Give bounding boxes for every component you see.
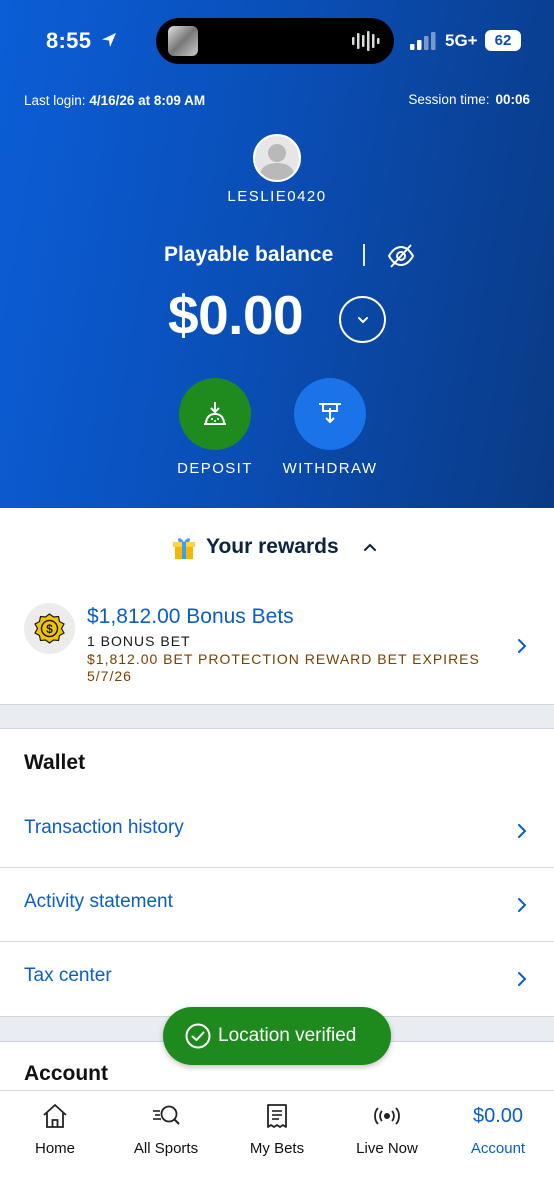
default-avatar-icon [259, 144, 295, 180]
nav-all-sports-label: All Sports [133, 1140, 199, 1157]
gift-icon [173, 538, 195, 559]
deposit-button[interactable] [179, 378, 251, 450]
dollar-coin-icon: $ [34, 613, 65, 644]
audio-wave-icon [352, 31, 380, 51]
hide-balance-eye-icon[interactable] [387, 243, 415, 269]
bonus-coin-badge: $ [24, 603, 75, 654]
status-time: 8:55 [46, 28, 92, 53]
cellular-signal-icon [410, 32, 436, 50]
balance-amount: $0.00 [168, 284, 304, 346]
sports-search-icon [153, 1105, 180, 1125]
chevron-down-icon [358, 317, 368, 324]
withdraw-icon [319, 403, 341, 424]
last-login-label: Last login: [24, 93, 86, 108]
nav-my-bets[interactable]: My Bets [222, 1091, 332, 1171]
wallet-title: Wallet [24, 751, 86, 774]
rewards-header[interactable]: Your rewards [0, 532, 554, 562]
location-verified-toast: Location verified [163, 1007, 391, 1065]
nav-home[interactable]: Home [0, 1091, 110, 1171]
toast-message: Location verified [218, 1025, 357, 1046]
withdraw-button[interactable] [294, 378, 366, 450]
nav-account-balance: $0.00 [472, 1105, 524, 1127]
account-header: 8:55 5G+ 62 Last login: 4/16/26 at 8:09 … [0, 0, 554, 508]
activity-statement-row[interactable]: Activity statement [0, 868, 554, 942]
session-time: Session time: 00:06 [408, 92, 530, 107]
battery-icon: 62 [485, 30, 521, 51]
balance-label: Playable balance [164, 243, 334, 266]
dynamic-island [156, 18, 394, 64]
nav-live-now-label: Live Now [356, 1140, 418, 1157]
bonus-bets-title: $1,812.00 Bonus Bets [87, 605, 294, 628]
last-login-value: 4/16/26 at 8:09 AM [89, 93, 206, 108]
tax-center-row[interactable]: Tax center [0, 942, 554, 1016]
chevron-right-icon [518, 898, 527, 912]
section-divider [0, 704, 554, 729]
betslip-icon [267, 1104, 287, 1128]
tax-center-label: Tax center [24, 965, 112, 986]
nav-live-now[interactable]: Live Now [332, 1091, 442, 1171]
home-icon [43, 1104, 67, 1128]
balance-details-toggle[interactable] [339, 296, 386, 343]
check-circle-icon [185, 1023, 211, 1049]
deposit-label[interactable]: DEPOSIT [155, 460, 275, 477]
avatar[interactable] [253, 134, 301, 182]
last-login: Last login: 4/16/26 at 8:09 AM [24, 93, 205, 108]
bottom-nav: Home All Sports My Bets Live Now $0.00 A… [0, 1090, 554, 1199]
transaction-history-row[interactable]: Transaction history [0, 794, 554, 868]
withdraw-label[interactable]: WITHDRAW [270, 460, 390, 477]
chevron-right-icon [518, 824, 527, 838]
chevron-right-icon [518, 972, 527, 986]
now-playing-thumbnail [168, 26, 198, 56]
chevron-up-icon[interactable] [362, 541, 378, 553]
svg-text:$: $ [46, 622, 53, 636]
account-title: Account [24, 1062, 108, 1085]
chevron-right-icon [518, 639, 527, 653]
bonus-bets-item[interactable]: $ $1,812.00 Bonus Bets 1 BONUS BET $1,81… [0, 600, 554, 690]
bonus-bets-expiry: $1,812.00 BET PROTECTION REWARD BET EXPI… [87, 651, 480, 684]
balance-divider [363, 244, 365, 266]
live-broadcast-icon [374, 1107, 400, 1125]
status-bar: 8:55 5G+ 62 [0, 0, 554, 82]
bonus-bets-count: 1 BONUS BET [87, 633, 191, 649]
network-type: 5G+ [445, 31, 478, 50]
deposit-icon [204, 402, 226, 425]
session-time-label: Session time: [408, 92, 490, 107]
nav-account[interactable]: $0.00 Account [443, 1091, 553, 1171]
rewards-title: Your rewards [206, 535, 339, 558]
username: LESLIE0420 [227, 188, 327, 205]
nav-my-bets-label: My Bets [249, 1140, 305, 1157]
nav-home-label: Home [34, 1140, 75, 1157]
nav-all-sports[interactable]: All Sports [111, 1091, 221, 1171]
activity-statement-label: Activity statement [24, 891, 173, 912]
transaction-history-label: Transaction history [24, 817, 184, 838]
location-arrow-icon [102, 33, 116, 47]
nav-account-label: Account [470, 1140, 526, 1157]
session-time-value: 00:06 [495, 92, 530, 107]
